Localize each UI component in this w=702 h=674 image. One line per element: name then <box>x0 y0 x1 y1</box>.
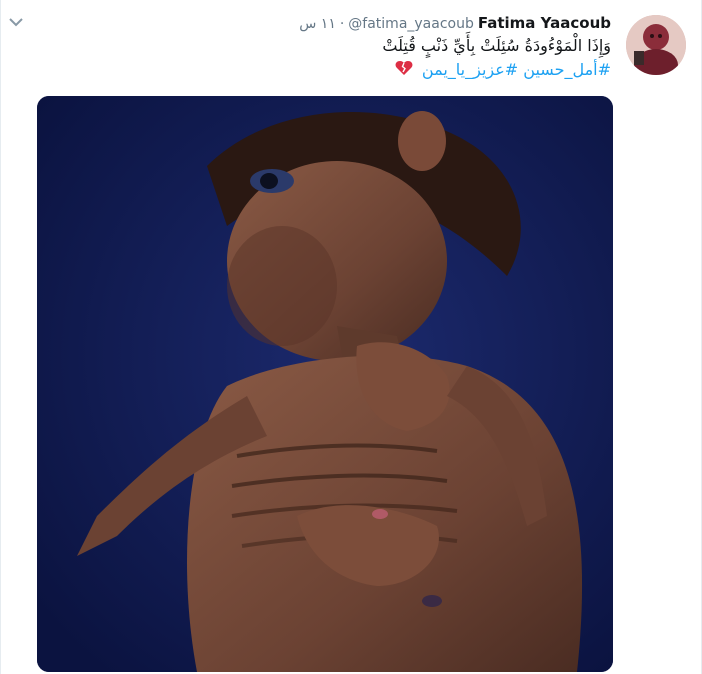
tweet-hashtags-line: #أمل_حسين #عزيز_يا_يمن <box>71 58 611 83</box>
hashtag-link[interactable]: #عزيز_يا_يمن <box>422 60 518 79</box>
tweet-media-image[interactable] <box>37 96 613 672</box>
broken-heart-icon <box>395 59 413 83</box>
hashtag-link[interactable]: #أمل_حسين <box>523 60 611 79</box>
author-handle[interactable]: @fatima_yaacoub <box>348 16 474 32</box>
separator-dot: · <box>339 16 345 32</box>
author-name[interactable]: Fatima Yaacoub <box>478 14 611 32</box>
chevron-down-icon[interactable] <box>7 14 25 28</box>
tweet-text-line: وَإِذَا الْمَوْءُودَةُ سُئِلَتْ بِأَيِّ … <box>382 36 611 55</box>
avatar[interactable] <box>626 15 686 75</box>
tweet-header: Fatima Yaacoub @fatima_yaacoub · ١١ س <box>299 14 611 32</box>
tweet-timestamp[interactable]: ١١ س <box>299 16 336 32</box>
tweet-text: وَإِذَا الْمَوْءُودَةُ سُئِلَتْ بِأَيِّ … <box>71 34 611 83</box>
tweet-card[interactable]: Fatima Yaacoub @fatima_yaacoub · ١١ س وَ… <box>0 0 702 674</box>
